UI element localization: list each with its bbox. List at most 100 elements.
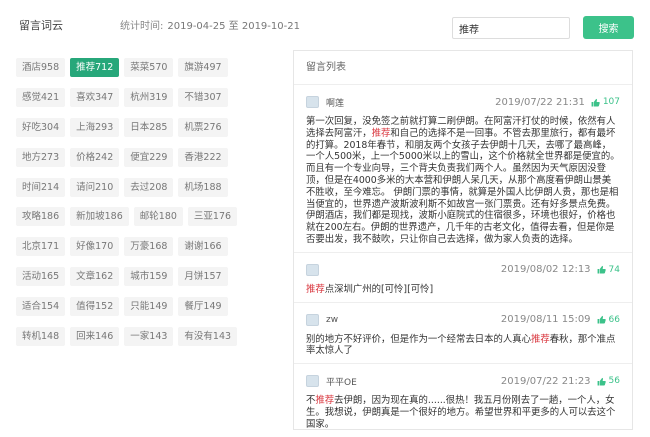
keyword-highlight: 推荐 — [371, 127, 391, 139]
word-tag[interactable]: 文章162 — [70, 266, 120, 286]
thumbs-up-icon — [597, 266, 606, 274]
thumbs-up-icon — [597, 315, 606, 324]
comment-text-segment: 和自己的选择不是一回事。不管去那里旅行，都有最坏的打算。2018年春节，和朋友两… — [306, 127, 620, 245]
word-tag[interactable]: 机场188 — [178, 177, 228, 197]
period-label: 统计时间: — [120, 21, 164, 32]
word-tag[interactable]: 旗游497 — [178, 58, 228, 78]
comment-header: 平平OE 2019/07/22 21:23 56 — [306, 372, 620, 390]
comment-username: 啊莲 — [326, 98, 345, 109]
word-tag[interactable]: 感觉421 — [16, 88, 66, 108]
word-tag[interactable]: 城市159 — [124, 266, 174, 286]
tag-row: 活动165 文章162 城市159 月饼157 — [16, 262, 281, 292]
word-tag[interactable]: 不错307 — [178, 88, 228, 108]
word-cloud-tags: 酒店958 推荐712 菜菜570 旗游497 感觉421 喜欢347 杭州319 不错307… — [16, 53, 281, 351]
comment-text: 不推荐去伊朗，因为现在真的......很热！我五月份刚去了一趟，一个人，女生。我… — [306, 395, 620, 430]
word-tag[interactable]: 北京171 — [16, 237, 66, 257]
word-tag[interactable]: 去过208 — [124, 177, 174, 197]
word-tag[interactable]: 餐厅149 — [178, 296, 228, 316]
tag-row: 好吃304 上海293 日本285 机票276 — [16, 113, 281, 143]
comment-text: 推荐点深圳广州的[可怜][可怜] — [306, 284, 620, 296]
avatar — [306, 375, 319, 388]
word-tag[interactable]: 适合154 — [16, 296, 66, 316]
comment-time: 2019/08/11 15:09 — [500, 314, 591, 326]
comment-text: 别的地方不好评价，但是作为一个经常去日本的人真心推荐春秋，那个准点率太惊人了 — [306, 334, 620, 358]
word-tag[interactable]: 请问210 — [70, 177, 120, 197]
comment-text-segment: 点深圳广州的[可怜][可怜] — [324, 283, 434, 295]
word-tag[interactable]: 杭州319 — [124, 88, 174, 108]
avatar — [306, 96, 319, 108]
word-tag[interactable]: 邮轮180 — [133, 207, 183, 227]
tag-row: 地方273 价格242 便宜229 香港222 — [16, 142, 281, 172]
stats-period: 统计时间: 2019-04-25 至 2019-10-21 — [120, 17, 300, 32]
word-tag[interactable]: 好像170 — [70, 237, 120, 257]
word-tag[interactable]: 菜菜570 — [124, 58, 174, 78]
comment-item: 平平OE 2019/07/22 21:23 56 不推荐去伊朗，因为现在真的.....… — [294, 364, 632, 430]
word-tag[interactable]: 活动165 — [16, 266, 66, 286]
comment-time: 2019/07/22 21:31 — [495, 96, 585, 108]
word-tag[interactable]: 日本285 — [124, 117, 174, 137]
comment-time: 2019/07/22 21:23 — [500, 375, 591, 387]
like-number: 56 — [608, 376, 620, 387]
thumbs-up-icon — [591, 98, 600, 106]
word-tag[interactable]: 上海293 — [70, 117, 120, 137]
comment-username: zw — [326, 314, 339, 325]
comment-list-title: 留言列表 — [294, 51, 632, 85]
comment-item: 啊莲 2019/07/22 21:31 107 第一次回复，没免签之前就打算二刷伊朗。… — [294, 85, 632, 253]
tag-row: 北京171 好像170 万豪168 谢谢166 — [16, 232, 281, 262]
comment-text-segment: 不 — [306, 395, 316, 407]
tag-row: 酒店958 推荐712 菜菜570 旗游497 — [16, 53, 281, 83]
tag-row: 感觉421 喜欢347 杭州319 不错307 — [16, 83, 281, 113]
comment-text-segment: 别的地方不好评价，但是作为一个经常去日本的人真心 — [306, 333, 532, 345]
word-tag[interactable]: 酒店958 — [16, 58, 66, 78]
word-tag[interactable]: 有没有143 — [178, 326, 238, 346]
like-count[interactable]: 66 — [597, 315, 620, 325]
avatar — [306, 313, 319, 326]
comment-item: 2019/08/02 12:13 74 推荐点深圳广州的[可怜][可怜] — [294, 253, 632, 303]
word-tag[interactable]: 攻略186 — [16, 207, 66, 227]
word-tag[interactable]: 机票276 — [178, 117, 228, 137]
like-count[interactable]: 74 — [597, 265, 620, 275]
word-tag[interactable]: 转机148 — [16, 326, 66, 346]
word-tag[interactable]: 喜欢347 — [70, 88, 120, 108]
word-tag[interactable]: 新加坡186 — [70, 207, 129, 227]
comment-text-segment: 去伊朗，因为现在真的......很热！我五月份刚去了一趟，一个人，女生。我想说，… — [306, 395, 616, 430]
comment-header: zw 2019/08/11 15:09 66 — [306, 311, 620, 329]
tag-row: 转机148 回来146 一家143 有没有143 — [16, 321, 281, 351]
period-range: 2019-04-25 至 2019-10-21 — [167, 21, 300, 32]
tag-row: 适合154 值得152 只能149 餐厅149 — [16, 291, 281, 321]
search-input[interactable] — [452, 17, 570, 39]
comment-item: zw 2019/08/11 15:09 66 别的地方不好评价，但是作为一个经常去日本… — [294, 303, 632, 365]
word-tag[interactable]: 推荐712 — [70, 58, 120, 78]
tag-row: 时间214 请问210 去过208 机场188 — [16, 172, 281, 202]
word-tag[interactable]: 万豪168 — [124, 237, 174, 257]
word-tag[interactable]: 值得152 — [70, 296, 120, 316]
like-count[interactable]: 107 — [591, 97, 620, 107]
keyword-highlight: 推荐 — [306, 283, 325, 295]
word-tag[interactable]: 便宜229 — [124, 147, 174, 167]
keyword-highlight: 推荐 — [315, 395, 335, 407]
word-tag[interactable]: 价格242 — [70, 147, 120, 167]
word-tag[interactable]: 一家143 — [124, 326, 174, 346]
word-tag[interactable]: 三亚176 — [187, 207, 238, 227]
like-count[interactable]: 56 — [597, 376, 620, 386]
word-tag[interactable]: 好吃304 — [16, 117, 66, 137]
like-number: 66 — [608, 314, 620, 325]
word-tag[interactable]: 回来146 — [70, 326, 120, 346]
word-tag[interactable]: 地方273 — [16, 147, 66, 167]
tag-row: 攻略186 新加坡186 邮轮180 三亚176 — [16, 202, 281, 232]
word-tag[interactable]: 只能149 — [124, 296, 174, 316]
thumbs-up-icon — [597, 377, 606, 386]
avatar — [306, 263, 319, 276]
comment-list-panel: 留言列表 啊莲 2019/07/22 21:31 107 第一次回复，没免签之前就打算… — [293, 50, 633, 430]
word-tag[interactable]: 时间214 — [16, 177, 66, 197]
word-tag[interactable]: 谢谢166 — [178, 237, 228, 257]
keyword-highlight: 推荐 — [531, 333, 550, 345]
comment-list: 啊莲 2019/07/22 21:31 107 第一次回复，没免签之前就打算二刷伊朗。… — [294, 85, 632, 430]
comment-header: 啊莲 2019/07/22 21:31 107 — [306, 93, 620, 111]
word-tag[interactable]: 月饼157 — [178, 266, 228, 286]
search-button[interactable]: 搜索 — [583, 16, 634, 39]
word-tag[interactable]: 香港222 — [178, 147, 228, 167]
comment-text: 第一次回复，没免签之前就打算二刷伊朗。在阿富汗打仗的时候，依然有人选择去阿富汗，… — [306, 116, 620, 246]
like-number: 107 — [602, 97, 620, 107]
comment-time: 2019/08/02 12:13 — [500, 264, 591, 276]
